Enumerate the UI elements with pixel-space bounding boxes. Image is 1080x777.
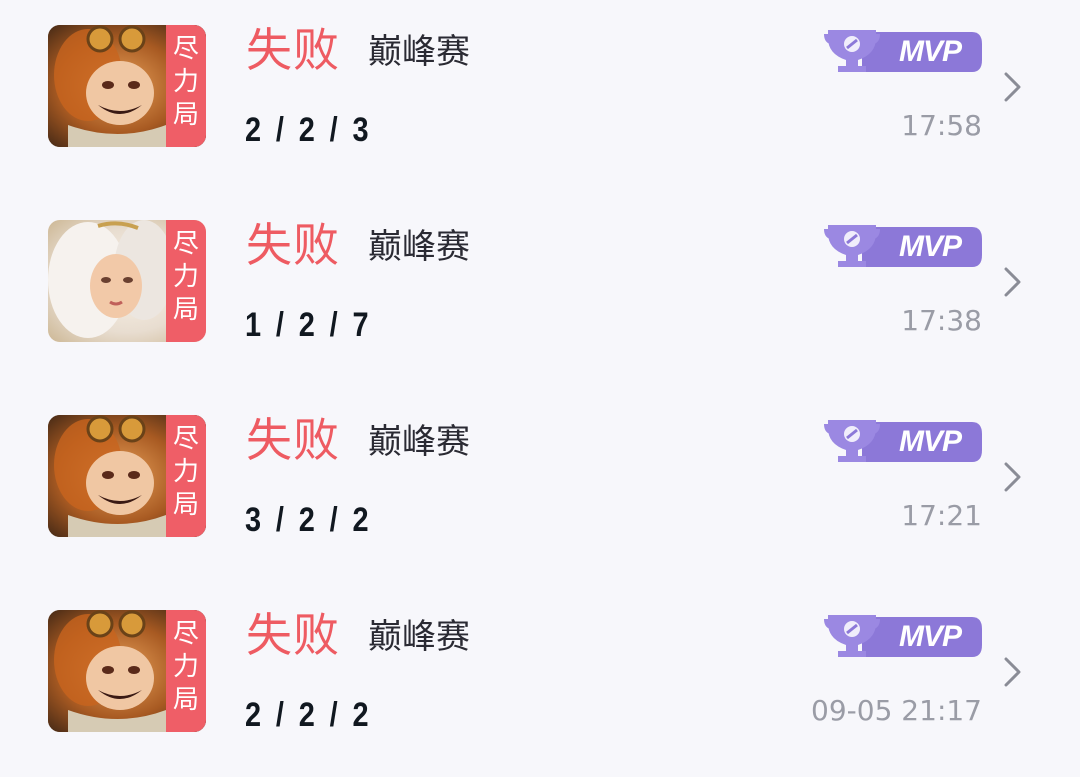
kda-score: 2 / 2 / 2 [245,696,372,734]
match-history-list: 尽 力 局 失败 巅峰赛 2 / 2 / 3 MVP 17:58 尽 力 局 失… [0,0,1080,777]
match-result: 失败 [246,413,340,467]
chevron-right-icon[interactable] [1000,460,1026,494]
chevron-right-icon[interactable] [1000,70,1026,104]
match-row[interactable]: 尽 力 局 失败 巅峰赛 3 / 2 / 2 MVP 17:21 [0,390,1080,585]
match-time: 17:38 [901,304,982,337]
hero-portrait: 尽 力 局 [48,610,206,732]
kda-score: 2 / 2 / 3 [245,111,372,149]
match-result: 失败 [246,23,340,77]
match-result: 失败 [246,608,340,662]
kda-score: 3 / 2 / 2 [245,501,372,539]
match-result: 失败 [246,218,340,272]
match-time: 17:58 [901,109,982,142]
effort-tag: 尽 力 局 [166,220,206,342]
match-mode: 巅峰赛 [368,32,470,72]
match-mode: 巅峰赛 [368,617,470,657]
match-mode: 巅峰赛 [368,227,470,267]
match-mode: 巅峰赛 [368,422,470,462]
match-row[interactable]: 尽 力 局 失败 巅峰赛 2 / 2 / 3 MVP 17:58 [0,0,1080,195]
hero-portrait: 尽 力 局 [48,415,206,537]
effort-tag: 尽 力 局 [166,610,206,732]
effort-tag: 尽 力 局 [166,415,206,537]
hero-portrait: 尽 力 局 [48,25,206,147]
kda-score: 1 / 2 / 7 [245,306,372,344]
mvp-badge: MVP [822,611,984,663]
effort-tag: 尽 力 局 [166,25,206,147]
mvp-label: MVP [898,620,962,653]
chevron-right-icon[interactable] [1000,655,1026,689]
match-row[interactable]: 尽 力 局 失败 巅峰赛 1 / 2 / 7 MVP 17:38 [0,195,1080,390]
hero-portrait: 尽 力 局 [48,220,206,342]
chevron-right-icon[interactable] [1000,265,1026,299]
mvp-badge: MVP [822,26,984,78]
mvp-label: MVP [898,425,962,458]
match-time: 09-05 21:17 [811,694,982,727]
mvp-badge: MVP [822,221,984,273]
mvp-label: MVP [898,230,962,263]
match-row[interactable]: 尽 力 局 失败 巅峰赛 2 / 2 / 2 MVP 09-05 21:17 [0,585,1080,777]
match-time: 17:21 [901,499,982,532]
mvp-badge: MVP [822,416,984,468]
mvp-label: MVP [898,35,962,68]
